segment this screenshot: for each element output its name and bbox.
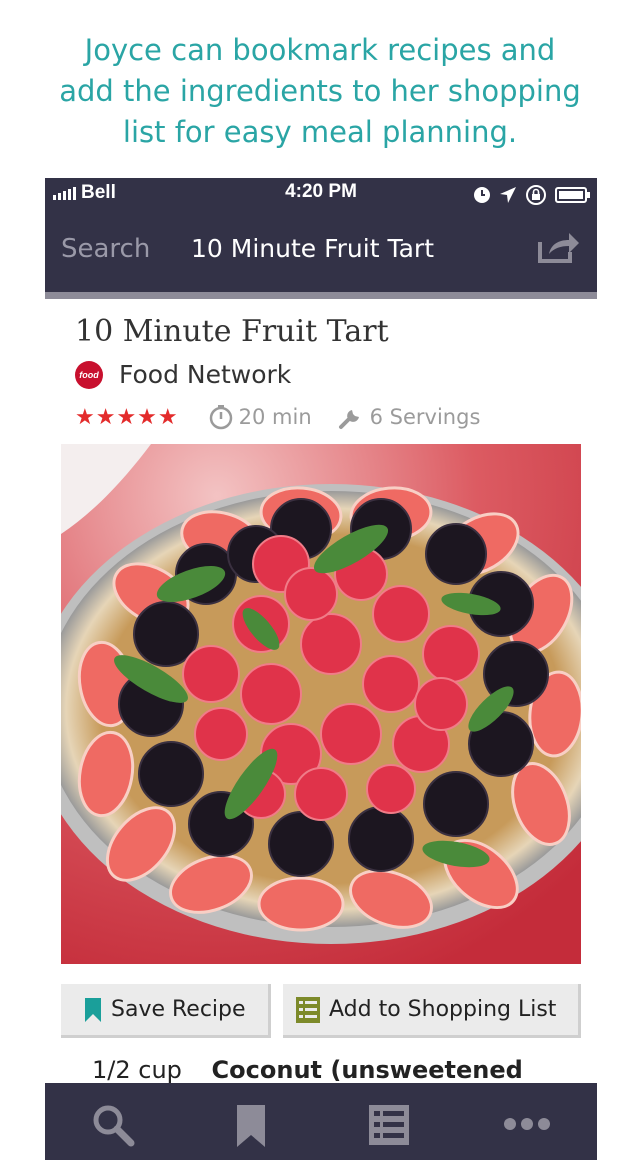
rating-stars: ★★★★★ bbox=[75, 404, 179, 430]
source-name: Food Network bbox=[119, 360, 292, 389]
bookmark-icon bbox=[85, 997, 101, 1022]
ingredient-quantity: 1/2 cup bbox=[92, 1056, 182, 1084]
clock-icon bbox=[474, 187, 490, 203]
more-icon[interactable] bbox=[503, 1117, 551, 1131]
nav-title: 10 Minute Fruit Tart bbox=[191, 234, 435, 263]
shopping-list-label: Add to Shopping List bbox=[329, 997, 557, 1022]
timer-icon bbox=[209, 404, 233, 430]
headline-line-3: list for easy meal planning. bbox=[122, 115, 518, 149]
phone-screen: Bell 4:20 PM Search 10 Minute Fruit Tart… bbox=[45, 178, 597, 1160]
wrench-icon bbox=[338, 404, 364, 430]
headline-line-1: Joyce can bookmark recipes and bbox=[84, 33, 556, 67]
rotation-lock-icon bbox=[526, 185, 546, 205]
add-to-shopping-list-button[interactable]: Add to Shopping List bbox=[283, 984, 581, 1038]
ingredient-name: Coconut (unsweetened bbox=[211, 1056, 523, 1084]
location-icon bbox=[500, 187, 516, 203]
recipe-photo bbox=[61, 444, 581, 964]
cook-time: 20 min bbox=[238, 405, 312, 429]
navigation-bar: Search 10 Minute Fruit Tart bbox=[45, 208, 597, 292]
food-network-logo: food bbox=[75, 360, 103, 389]
ingredient-row: 1/2 cup Coconut (unsweetened bbox=[92, 1056, 523, 1084]
tab-bar bbox=[45, 1083, 597, 1160]
share-icon[interactable] bbox=[537, 230, 581, 264]
save-recipe-label: Save Recipe bbox=[111, 997, 246, 1022]
battery-icon bbox=[555, 187, 590, 203]
shopping-list-icon bbox=[296, 996, 320, 1023]
status-icons bbox=[473, 184, 591, 206]
headline-line-2: add the ingredients to her shopping bbox=[59, 74, 581, 108]
servings: 6 Servings bbox=[369, 405, 481, 429]
promo-headline: Joyce can bookmark recipes and add the i… bbox=[0, 30, 640, 153]
list-icon[interactable] bbox=[367, 1103, 411, 1147]
recipe-meta: ★★★★★ 20 min 6 Servings bbox=[75, 404, 480, 430]
status-bar: Bell 4:20 PM bbox=[45, 178, 597, 208]
divider-bar bbox=[45, 292, 597, 299]
search-icon[interactable] bbox=[91, 1103, 135, 1147]
save-recipe-button[interactable]: Save Recipe bbox=[61, 984, 271, 1038]
back-search-button[interactable]: Search bbox=[61, 234, 150, 264]
servings-group: 6 Servings bbox=[338, 404, 481, 430]
recipe-title: 10 Minute Fruit Tart bbox=[75, 314, 389, 349]
bookmark-tab-icon[interactable] bbox=[235, 1103, 267, 1149]
recipe-source[interactable]: food Food Network bbox=[75, 360, 291, 389]
